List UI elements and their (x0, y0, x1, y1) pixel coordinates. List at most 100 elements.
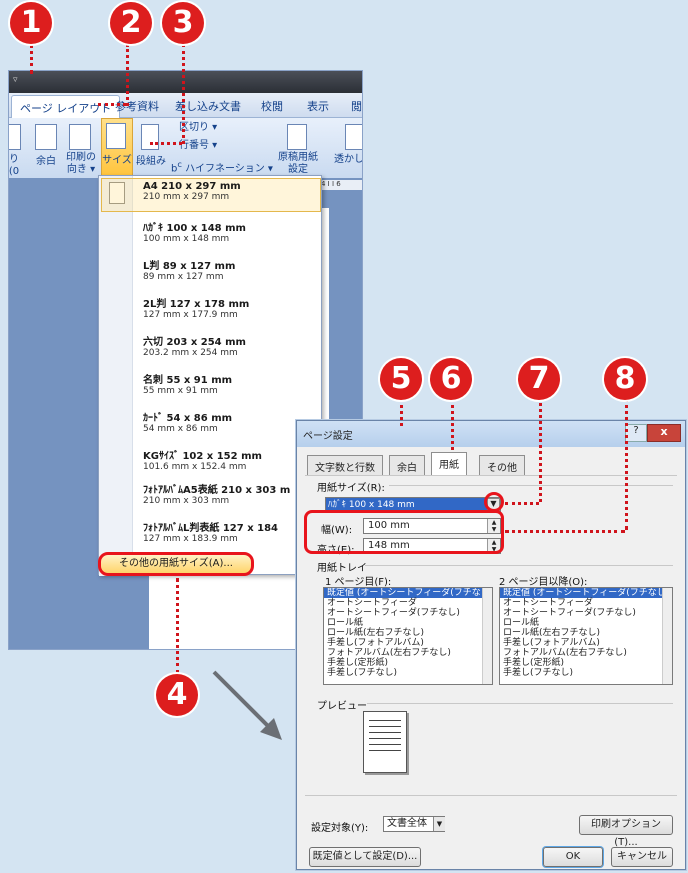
scrollbar[interactable] (482, 588, 492, 684)
paper-tray-label: 用紙トレイ (317, 563, 367, 574)
connector (625, 398, 628, 530)
close-button[interactable]: x (647, 424, 681, 442)
list-item[interactable]: 六切 203 x 254 mm 203.2 mm x 254 mm (143, 333, 321, 358)
connector (539, 398, 542, 502)
print-options-button[interactable]: 印刷オプション(T)... (579, 815, 673, 848)
list-item[interactable]: ﾌｫﾄｱﾙﾊﾞﾑA5表紙 210 x 303 m 210 mm x 303 mm (143, 481, 321, 506)
quick-access-icon[interactable]: ▿ (13, 75, 18, 85)
connector (182, 44, 185, 144)
step-marker-1: 1 (10, 2, 52, 44)
margins-button[interactable]: 余白 (29, 156, 63, 168)
arrow-icon (212, 670, 282, 740)
connector (451, 398, 454, 450)
tray-option[interactable]: ロール紙 (324, 618, 492, 628)
step-marker-4: 4 (156, 674, 198, 716)
watermark-button[interactable]: 透かし (331, 154, 362, 166)
help-button[interactable]: ? (625, 424, 647, 442)
set-default-button[interactable]: 既定値として設定(D)... (309, 847, 421, 867)
item-subtitle: 89 mm x 127 mm (143, 272, 224, 282)
list-item[interactable]: KGｻｲｽﾞ 102 x 152 mm 101.6 mm x 152.4 mm (143, 447, 321, 472)
tray-option[interactable]: 既定値 (オートシートフィーダ(フチなし)) (324, 588, 492, 598)
scrollbar[interactable] (662, 588, 672, 684)
step-marker-2: 2 (110, 2, 152, 44)
tab-view[interactable]: 表示 (307, 98, 329, 114)
tray-option[interactable]: 手差し(フチなし) (500, 668, 672, 678)
first-page-tray-list[interactable]: 既定値 (オートシートフィーダ(フチなし)) オートシートフィーダ オートシート… (323, 587, 493, 685)
columns-icon[interactable] (141, 124, 159, 150)
watermark-icon[interactable] (345, 124, 362, 150)
manuscript-button[interactable]: 原稿用紙 設定 (271, 152, 325, 176)
tab-margins[interactable]: 余白 (389, 455, 425, 475)
more-paper-sizes-button[interactable]: その他の用紙サイズ(A)... (98, 552, 254, 576)
item-title: ﾌｫﾄｱﾙﾊﾞﾑL判表紙 127 x 184 (143, 523, 279, 534)
columns-button[interactable]: 段組み (133, 156, 169, 168)
tray-option[interactable]: 既定値 (オートシートフィーダ(フチなし)) (500, 588, 672, 598)
title-bar: ▿ (9, 71, 362, 93)
connector (505, 530, 625, 533)
ruler: 4 I I 6 (321, 180, 362, 190)
list-item[interactable]: A4 210 x 297 mm 210 mm x 297 mm (143, 181, 321, 202)
tab-references[interactable]: 参考資料 (115, 98, 159, 114)
tray-option[interactable]: ロール紙 (500, 618, 672, 628)
step-marker-7: 7 (518, 358, 560, 400)
group-divider (365, 565, 673, 566)
cancel-button[interactable]: キャンセル (611, 847, 673, 867)
connector (98, 103, 126, 106)
list-item[interactable]: 2L判 127 x 178 mm 127 mm x 177.9 mm (143, 295, 321, 320)
tray-option[interactable]: 手差し(フォトアルバム) (324, 638, 492, 648)
item-title: A4 210 x 297 mm (143, 181, 241, 192)
hyphenation-label: ハイフネーション (185, 163, 265, 175)
item-subtitle: 203.2 mm x 254 mm (143, 348, 238, 358)
hyphenation-button[interactable]: bc ハイフネーション ▾ (171, 158, 273, 175)
tray-option[interactable]: フォトアルバム(左右フチなし) (324, 648, 492, 658)
step-marker-5: 5 (380, 358, 422, 400)
tray-option[interactable]: 手差し(フォトアルバム) (500, 638, 672, 648)
tab-divider (305, 475, 677, 476)
tray-option[interactable]: 手差し(フチなし) (324, 668, 492, 678)
tab-paper[interactable]: 用紙 (431, 452, 467, 475)
item-subtitle: 127 mm x 183.9 mm (143, 534, 238, 544)
orientation-icon[interactable] (69, 124, 91, 150)
tray-option[interactable]: 手差し(定形紙) (324, 658, 492, 668)
list-item[interactable]: ﾌｫﾄｱﾙﾊﾞﾑL判表紙 127 x 184 127 mm x 183.9 mm (143, 519, 321, 544)
group-divider (367, 703, 673, 704)
tray-option[interactable]: ロール紙(左右フチなし) (324, 628, 492, 638)
chevron-down-icon[interactable]: ▼ (433, 817, 445, 831)
tab-more[interactable]: 閲 (351, 98, 362, 114)
item-title: 名刺 55 x 91 mm (143, 375, 233, 386)
tab-other[interactable]: その他 (479, 455, 525, 475)
item-title: ﾊｶﾞｷ 100 x 148 mm (143, 223, 246, 234)
text-direction-icon[interactable] (9, 124, 21, 150)
item-title: 六切 203 x 254 mm (143, 337, 246, 348)
tab-review[interactable]: 校閲 (261, 98, 283, 114)
list-item[interactable]: ｶｰﾄﾞ 54 x 86 mm 54 mm x 86 mm (143, 409, 321, 434)
list-item[interactable]: L判 89 x 127 mm 89 mm x 127 mm (143, 257, 321, 282)
tab-page-layout[interactable]: ページ レイアウト (11, 95, 121, 118)
tray-option[interactable]: オートシートフィーダ(フチなし) (500, 608, 672, 618)
tray-option[interactable]: オートシートフィーダ (324, 598, 492, 608)
item-title: L判 89 x 127 mm (143, 261, 236, 272)
list-item[interactable]: ﾊｶﾞｷ 100 x 148 mm 100 mm x 148 mm (143, 219, 321, 244)
list-item[interactable]: 名刺 55 x 91 mm 55 mm x 91 mm (143, 371, 321, 396)
other-pages-label: 2 ページ目以降(O): (499, 577, 588, 588)
margins-icon[interactable] (35, 124, 57, 150)
tray-option[interactable]: オートシートフィーダ (500, 598, 672, 608)
connector (176, 578, 179, 674)
item-title: 2L判 127 x 178 mm (143, 299, 250, 310)
tray-option[interactable]: 手差し(定形紙) (500, 658, 672, 668)
connector (150, 142, 182, 145)
ok-button[interactable]: OK (543, 847, 603, 867)
orientation-button[interactable]: 印刷の 向き ▾ (61, 152, 101, 176)
manuscript-icon[interactable] (287, 124, 307, 150)
tab-characters[interactable]: 文字数と行数 (307, 455, 383, 475)
step-marker-6: 6 (430, 358, 472, 400)
other-pages-tray-list[interactable]: 既定値 (オートシートフィーダ(フチなし)) オートシートフィーダ オートシート… (499, 587, 673, 685)
first-page-label: 1 ページ目(F): (325, 577, 392, 588)
tray-option[interactable]: ロール紙(左右フチなし) (500, 628, 672, 638)
size-button[interactable]: サイズ (101, 118, 133, 178)
tray-option[interactable]: フォトアルバム(左右フチなし) (500, 648, 672, 658)
preview-label: プレビュー (317, 701, 367, 712)
apply-to-label: 設定対象(Y): (311, 823, 369, 834)
section-divider (305, 795, 677, 796)
tray-option[interactable]: オートシートフィーダ(フチなし) (324, 608, 492, 618)
